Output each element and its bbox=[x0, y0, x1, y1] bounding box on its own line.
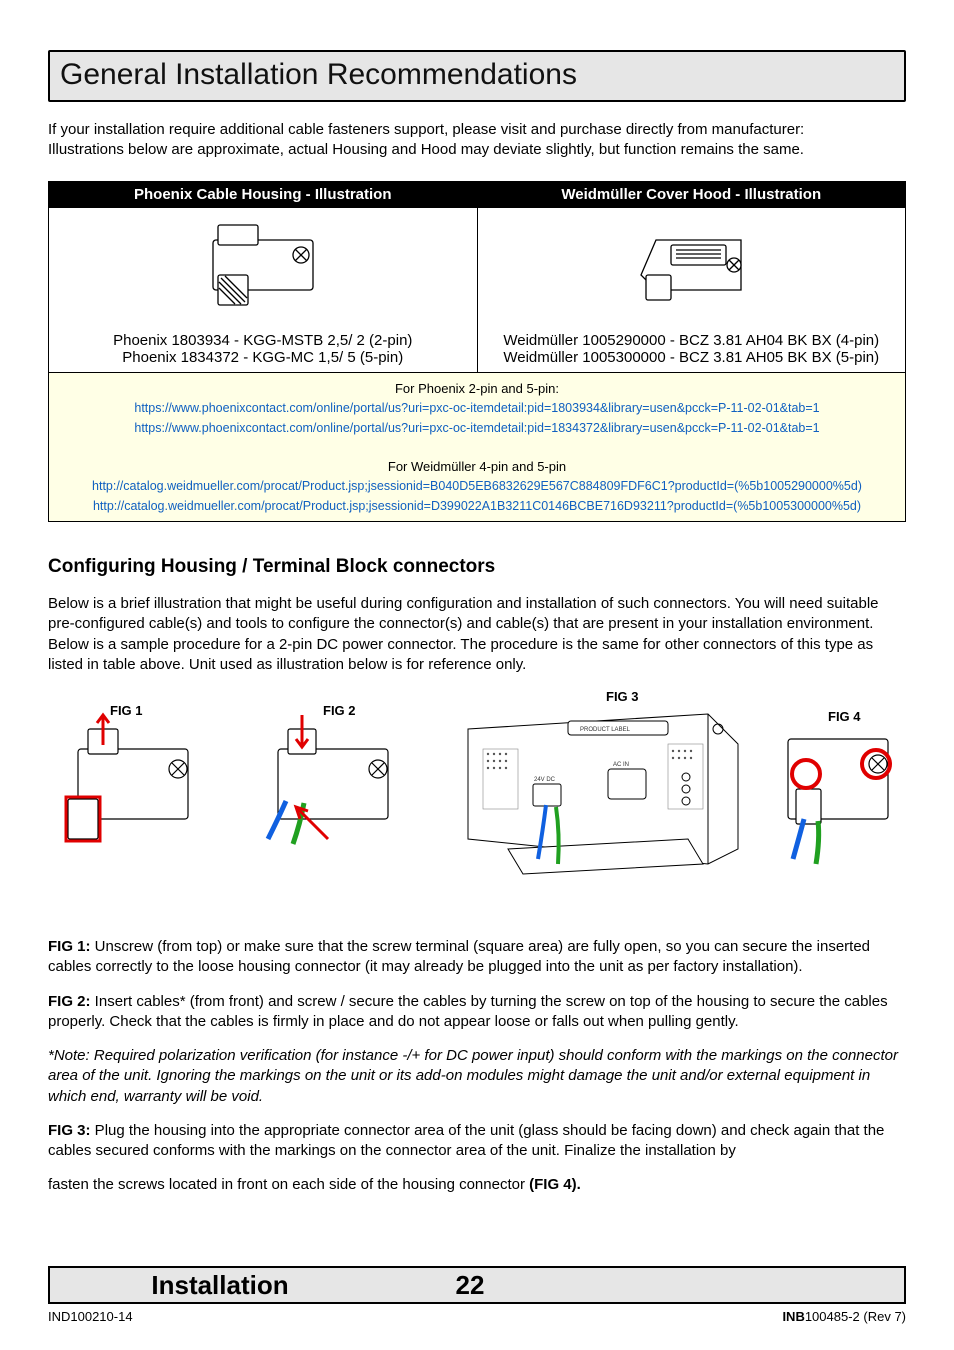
fig1-illustration bbox=[48, 709, 228, 884]
weidmuller-caption-2: Weidmüller 1005300000 - BCZ 3.81 AH05 BK… bbox=[503, 349, 879, 366]
fig4-illustration bbox=[768, 719, 908, 884]
polarization-note: *Note: Required polarization verificatio… bbox=[48, 1046, 906, 1107]
phoenix-cell: Phoenix 1803934 - KGG-MSTB 2,5/ 2 (2-pin… bbox=[49, 207, 478, 372]
weidmuller-link-2[interactable]: http://catalog.weidmueller.com/procat/Pr… bbox=[93, 499, 861, 513]
fig4-desc-bold: (FIG 4). bbox=[529, 1176, 581, 1193]
fig3-acin-text: AC IN bbox=[613, 762, 629, 768]
fig3-description: FIG 3: Plug the housing into the appropr… bbox=[48, 1121, 906, 1162]
weidmuller-caption-1: Weidmüller 1005290000 - BCZ 3.81 AH04 BK… bbox=[503, 332, 879, 349]
weidmuller-links-label: For Weidmüller 4-pin and 5-pin bbox=[388, 459, 566, 474]
doc-id-right-bold: INB bbox=[782, 1309, 804, 1324]
fig1-desc-text: Unscrew (from top) or make sure that the… bbox=[48, 938, 870, 975]
section-intro: Below is a brief illustration that might… bbox=[48, 594, 906, 675]
footer-page-number: 22 bbox=[430, 1268, 510, 1302]
links-cell: For Phoenix 2-pin and 5-pin: https://www… bbox=[49, 372, 906, 522]
intro-line2: Illustrations below are approximate, act… bbox=[48, 141, 804, 158]
fig3-24v-text: 24V DC bbox=[534, 777, 556, 783]
fig1-desc-bold: FIG 1: bbox=[48, 938, 91, 955]
page-title: General Installation Recommendations bbox=[60, 58, 894, 92]
weidmuller-link-1[interactable]: http://catalog.weidmueller.com/procat/Pr… bbox=[92, 479, 862, 493]
fig4-desc-pre: fasten the screws located in front on ea… bbox=[48, 1176, 529, 1193]
phoenix-caption-1: Phoenix 1803934 - KGG-MSTB 2,5/ 2 (2-pin… bbox=[113, 332, 412, 349]
weidmuller-cell: Weidmüller 1005290000 - BCZ 3.81 AH04 BK… bbox=[477, 207, 906, 372]
fig4-description: fasten the screws located in front on ea… bbox=[48, 1175, 906, 1195]
doc-id-left: IND100210-14 bbox=[48, 1309, 133, 1324]
section-heading: Configuring Housing / Terminal Block con… bbox=[48, 556, 906, 578]
doc-id-right: INB100485-2 (Rev 7) bbox=[782, 1309, 906, 1324]
fig2-illustration bbox=[238, 709, 428, 884]
fig2-description: FIG 2: Insert cables* (from front) and s… bbox=[48, 992, 906, 1033]
weidmuller-hood-illustration bbox=[611, 220, 771, 324]
fig3-product-label-text: PRODUCT LABEL bbox=[580, 727, 631, 733]
footer-bar: Installation 22 bbox=[48, 1266, 906, 1304]
fig3-desc-text: Plug the housing into the appropriate co… bbox=[48, 1122, 884, 1159]
fig2-desc-text: Insert cables* (from front) and screw / … bbox=[48, 993, 888, 1030]
illustration-table: Phoenix Cable Housing - Illustration Wei… bbox=[48, 181, 906, 523]
intro-line1: If your installation require additional … bbox=[48, 121, 804, 138]
phoenix-housing-illustration bbox=[183, 220, 343, 324]
page-title-bar: General Installation Recommendations bbox=[48, 50, 906, 102]
col-header-phoenix: Phoenix Cable Housing - Illustration bbox=[49, 181, 478, 207]
intro-paragraph: If your installation require additional … bbox=[48, 120, 906, 161]
fig2-desc-bold: FIG 2: bbox=[48, 993, 91, 1010]
fig3-illustration: PRODUCT LABEL 24V DC AC IN bbox=[438, 699, 758, 904]
col-header-weidmuller: Weidmüller Cover Hood - Illustration bbox=[477, 181, 906, 207]
fig3-desc-bold: FIG 3: bbox=[48, 1122, 91, 1139]
phoenix-caption-2: Phoenix 1834372 - KGG-MC 1,5/ 5 (5-pin) bbox=[122, 349, 403, 366]
footer-section: Installation bbox=[50, 1268, 390, 1302]
phoenix-link-2[interactable]: https://www.phoenixcontact.com/online/po… bbox=[134, 421, 819, 435]
phoenix-link-1[interactable]: https://www.phoenixcontact.com/online/po… bbox=[134, 401, 819, 415]
phoenix-links-label: For Phoenix 2-pin and 5-pin: bbox=[395, 381, 559, 396]
doc-id-right-rest: 100485-2 (Rev 7) bbox=[805, 1309, 906, 1324]
fig1-description: FIG 1: Unscrew (from top) or make sure t… bbox=[48, 937, 906, 978]
figure-block: FIG 1 FIG 2 bbox=[48, 689, 906, 909]
